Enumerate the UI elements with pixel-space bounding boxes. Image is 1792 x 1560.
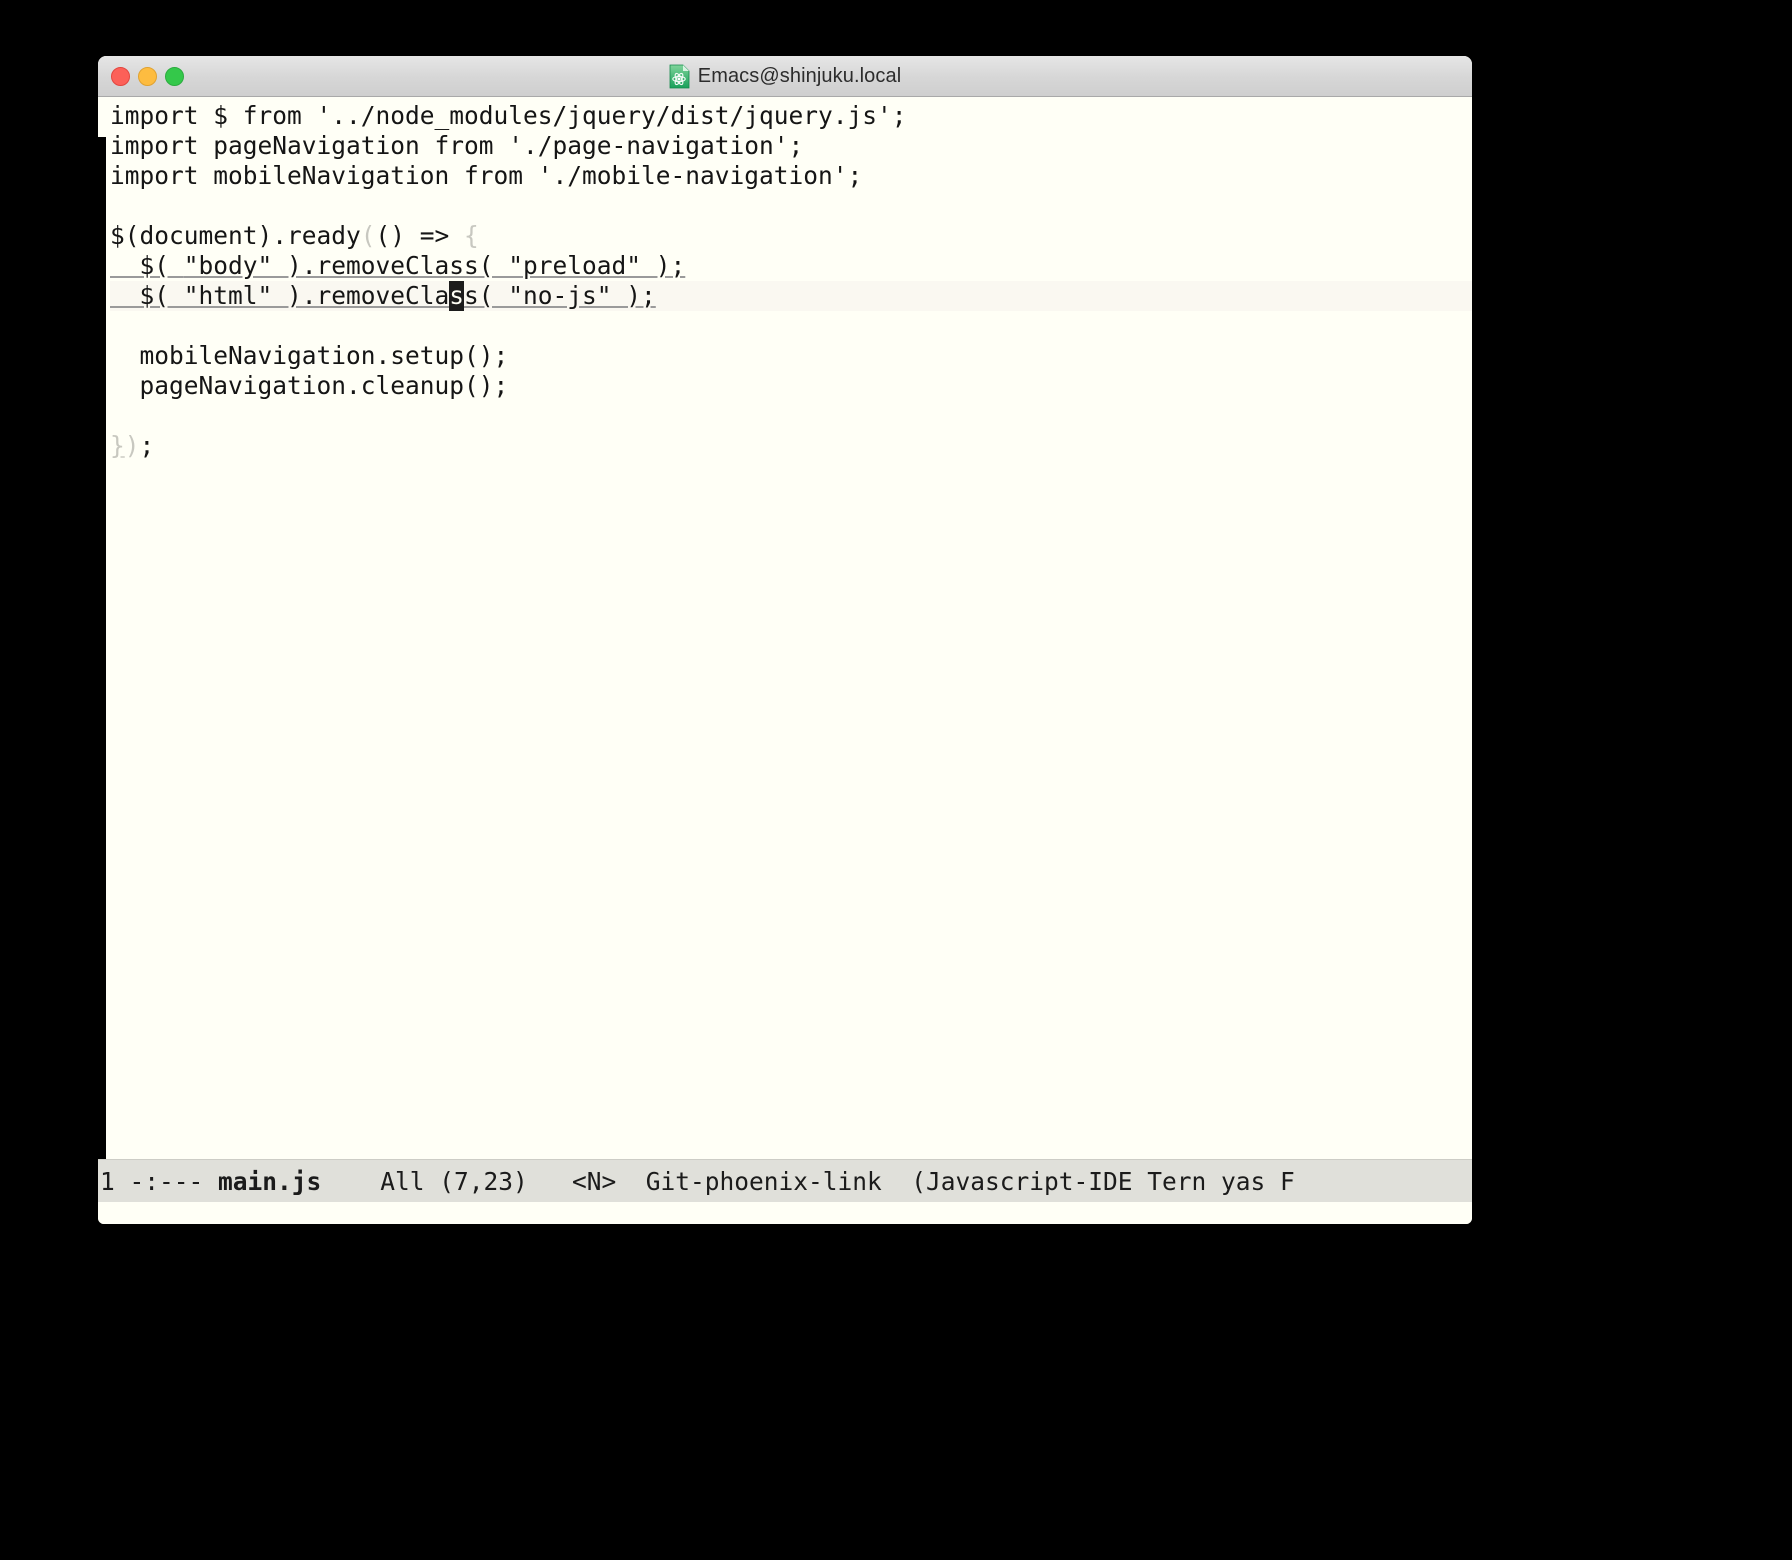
code-span: ; (139, 431, 155, 460)
code-line[interactable] (110, 191, 1472, 221)
mode-line[interactable]: 1 -:--- main.js All (7,23) <N> Git-phoen… (98, 1159, 1472, 1202)
code-span: $( (110, 251, 184, 280)
code-span: mobileNavigation.setup(); (110, 341, 509, 370)
mode-line-buffer-name[interactable]: main.js (218, 1167, 321, 1196)
left-fringe (98, 137, 106, 1159)
code-area[interactable]: import $ from '../node_modules/jquery/di… (98, 101, 1472, 461)
code-line[interactable]: import $ from '../node_modules/jquery/di… (110, 101, 1472, 131)
code-line[interactable]: }); (110, 431, 1472, 461)
code-line[interactable]: mobileNavigation.setup(); (110, 341, 1472, 371)
code-span: "body" ).removeClass( "preload" ); (183, 251, 686, 280)
code-line[interactable]: $(document).ready(() => { (110, 221, 1472, 251)
code-line[interactable] (110, 311, 1472, 341)
code-span: import $ from '../node_modules/jquery/di… (110, 101, 907, 130)
window-title-group: Emacs@shinjuku.local (98, 56, 1472, 96)
mode-line-left: 1 -:--- (100, 1166, 204, 1196)
emacs-window[interactable]: Emacs@shinjuku.local import $ from '../n… (98, 56, 1472, 1224)
code-span: ) (124, 431, 140, 460)
code-span: } (110, 431, 125, 460)
emacs-document-icon (669, 64, 690, 89)
code-line[interactable] (110, 401, 1472, 431)
code-span: pageNavigation.cleanup(); (110, 371, 509, 400)
code-span: () => (375, 221, 465, 250)
code-span: $(document).ready (110, 221, 361, 250)
echo-area (98, 1202, 1472, 1224)
editor-buffer[interactable]: import $ from '../node_modules/jquery/di… (98, 97, 1472, 1159)
window-titlebar[interactable]: Emacs@shinjuku.local (98, 56, 1472, 97)
code-line[interactable]: $( "html" ).removeClass( "no-js" ); (110, 281, 1472, 311)
code-span: $( "html" ).removeCla (110, 281, 450, 310)
code-span: import pageNavigation from './page-navig… (110, 131, 804, 160)
minimize-button[interactable] (138, 66, 157, 86)
code-span: { (464, 221, 479, 250)
mode-line-gap-1 (203, 1167, 218, 1196)
code-span: import mobileNavigation from './mobile-n… (110, 161, 863, 190)
mode-line-right: All (7,23) <N> Git-phoenix-link (Javascr… (380, 1166, 1295, 1196)
close-button[interactable] (111, 66, 130, 86)
code-line[interactable]: pageNavigation.cleanup(); (110, 371, 1472, 401)
code-line[interactable]: $( "body" ).removeClass( "preload" ); (110, 251, 1472, 281)
maximize-button[interactable] (165, 66, 184, 86)
code-line[interactable]: import mobileNavigation from './mobile-n… (110, 161, 1472, 191)
text-cursor: s (449, 281, 465, 311)
window-title: Emacs@shinjuku.local (697, 64, 902, 87)
code-line[interactable]: import pageNavigation from './page-navig… (110, 131, 1472, 161)
mode-line-gap-2 (321, 1167, 380, 1196)
window-controls[interactable] (111, 56, 184, 96)
code-span: s( "no-js" ); (464, 281, 656, 310)
code-span: ( (360, 221, 376, 250)
